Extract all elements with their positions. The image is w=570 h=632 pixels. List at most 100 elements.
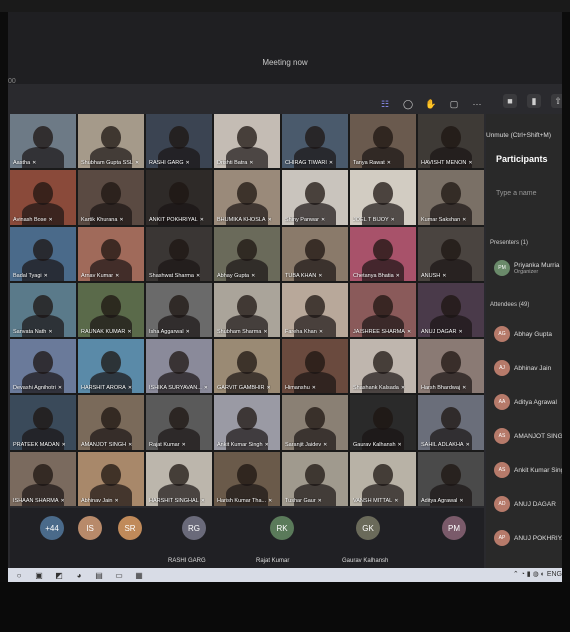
more-icon[interactable]: ···: [470, 97, 484, 111]
video-tile[interactable]: ANUSH ✕: [418, 226, 484, 281]
folder-icon[interactable]: ▭: [114, 570, 124, 580]
video-tile[interactable]: PRATEEK MADAN ✕: [10, 395, 76, 450]
attendee-item[interactable]: AJ Abhinav Jain: [494, 360, 551, 376]
muted-mic-icon: ✕: [249, 160, 254, 167]
avatar[interactable]: PM: [442, 516, 466, 540]
video-tile[interactable]: ANUJ DAGAR ✕: [418, 282, 484, 338]
video-tile[interactable]: Chetanya Bhatia ✕: [350, 226, 416, 281]
participant-video-head: [373, 351, 393, 374]
teams-icon[interactable]: ▦: [134, 570, 144, 580]
video-tile[interactable]: Kartik Khurana ✕: [78, 170, 144, 225]
raise-hand-icon[interactable]: ✋: [424, 97, 438, 111]
video-tile[interactable]: RAUNAK KUMAR ✕: [78, 282, 144, 338]
video-tile[interactable]: AMANJOT SINGH ✕: [78, 395, 144, 450]
store-icon[interactable]: ◩: [54, 570, 64, 580]
participants-icon[interactable]: ☷: [378, 97, 392, 111]
video-tile[interactable]: SAHIL ADLAKHA ✕: [418, 395, 484, 450]
video-tile[interactable]: Isha Aggarwal ✕: [146, 282, 212, 338]
video-tile[interactable]: ISHAAN SHARMA ✕: [10, 451, 76, 506]
video-tile[interactable]: Harsh Bhardwaj ✕: [418, 339, 484, 394]
video-tile[interactable]: ISHIKA SURYAVAN... ✕: [146, 339, 212, 394]
participant-video-head: [441, 407, 461, 431]
video-tile[interactable]: Aastha ✕: [10, 114, 76, 169]
muted-mic-icon: ✕: [48, 329, 53, 336]
video-tile[interactable]: HARSHIT ARORA ✕: [78, 339, 144, 394]
participant-name: Badal Tyagi ✕: [13, 272, 48, 279]
mic-icon[interactable]: ▮: [527, 94, 541, 108]
avatar[interactable]: IS: [78, 516, 102, 540]
video-tile[interactable]: Saranjit Jaidev ✕: [282, 395, 348, 450]
avatar[interactable]: +44: [40, 516, 64, 540]
video-tile[interactable]: Shubham Sharma ✕: [214, 282, 280, 338]
video-tile[interactable]: VANSH MITTAL ✕: [350, 451, 416, 506]
video-tile[interactable]: Tanya Rawat ✕: [350, 114, 416, 169]
participant-video-head: [441, 294, 461, 318]
video-tile[interactable]: Kumar Sakshan ✕: [418, 170, 484, 225]
attendee-item[interactable]: AS AMANJOT SINGH: [494, 428, 562, 444]
files-icon[interactable]: ▣: [34, 570, 44, 580]
video-tile[interactable]: Tushar Gaur ✕: [282, 451, 348, 506]
video-tile[interactable]: Rajat Kumar ✕: [146, 395, 212, 450]
video-tile[interactable]: Himanshu ✕: [282, 339, 348, 394]
attendees-section[interactable]: Attendees (49): [490, 302, 529, 308]
video-tile[interactable]: Shashank Kalsada ✕: [350, 339, 416, 394]
video-tile[interactable]: Gaurav Kalhansh ✕: [350, 395, 416, 450]
rooms-icon[interactable]: ▢: [447, 97, 461, 111]
camera-off-icon[interactable]: ■: [503, 94, 517, 108]
chat-icon[interactable]: ◯: [401, 97, 415, 111]
video-tile[interactable]: Arnav Kumar ✕: [78, 226, 144, 281]
participant-name: Kumar Sakshan ✕: [421, 216, 467, 223]
participant-name: Chetanya Bhatia ✕: [353, 272, 400, 279]
avatar: AS: [494, 428, 510, 444]
video-tile[interactable]: HARSHIT SINGHAL ✕: [146, 451, 212, 506]
avatar[interactable]: GK: [356, 516, 380, 540]
search-input[interactable]: Type a name: [496, 190, 536, 197]
avatar: AG: [494, 326, 510, 342]
video-tile[interactable]: HAVISHT MENON ✕: [418, 114, 484, 169]
video-tile[interactable]: Abhinav Jain ✕: [78, 451, 144, 506]
video-tile[interactable]: TUBA KHAN ✕: [282, 226, 348, 281]
video-tile[interactable]: JOEL T BIJOY ✕: [350, 170, 416, 225]
participants-title: Participants: [496, 154, 548, 164]
video-tile[interactable]: JAISHREE SHARMA ✕: [350, 282, 416, 338]
video-tile[interactable]: Shiny Panwar ✕: [282, 170, 348, 225]
attendee-item[interactable]: AD ANUJ DAGAR: [494, 496, 556, 512]
video-tile[interactable]: CHIRAG TIWARI ✕: [282, 114, 348, 169]
video-tile[interactable]: Shashwat Sharma ✕: [146, 226, 212, 281]
video-tile[interactable]: Fareha Khan ✕: [282, 282, 348, 338]
video-grid: Aastha ✕ Shubham Gupta SSL ✕ RASHI GARG ✕ Dris…: [10, 114, 484, 506]
video-tile[interactable]: BHUMIKA KHOSLA ✕: [214, 170, 280, 225]
attendee-item[interactable]: AA Aditya Agrawal: [494, 394, 557, 410]
video-tile[interactable]: Sanvata Nath ✕: [10, 282, 76, 338]
video-tile[interactable]: Shubham Gupta SSL ✕: [78, 114, 144, 169]
video-tile[interactable]: Harish Kumar Tha... ✕: [214, 451, 280, 506]
avatar[interactable]: RG: [182, 516, 206, 540]
share-icon[interactable]: ⇧: [551, 94, 562, 108]
participant-name: ISHIKA SURYAVAN... ✕: [149, 385, 208, 392]
edge-icon[interactable]: ◕: [74, 570, 84, 580]
video-tile[interactable]: Badal Tyagi ✕: [10, 226, 76, 281]
video-tile[interactable]: Drishti Batra ✕: [214, 114, 280, 169]
video-tile[interactable]: RASHI GARG ✕: [146, 114, 212, 169]
avatar[interactable]: RK: [270, 516, 294, 540]
video-tile[interactable]: ANKIT POKHRIYAL ✕: [146, 170, 212, 225]
word-icon[interactable]: ▤: [94, 570, 104, 580]
attendee-item[interactable]: AS Ankit Kumar Singh: [494, 462, 562, 478]
video-tile[interactable]: Avinash Bose ✕: [10, 170, 76, 225]
muted-mic-icon: ✕: [462, 216, 467, 223]
attendee-item[interactable]: AP ANUJ POKHRIYAL: [494, 530, 562, 546]
participant-video-head: [441, 238, 461, 262]
system-tray[interactable]: ⌃ ◔ ▮ ◍ ◐ ENG: [513, 570, 562, 578]
video-tile[interactable]: Aditya Agrawal ✕: [418, 451, 484, 506]
teams-window: Meeting now 00 ☷ ◯ ✋ ▢ ··· ■ ▮ ⇧ Aastha ✕…: [8, 12, 562, 582]
search-icon[interactable]: ○: [14, 570, 24, 580]
video-tile[interactable]: Abhay Gupta ✕: [214, 226, 280, 281]
video-tile[interactable]: Ankit Kumar Singh ✕: [214, 395, 280, 450]
video-tile[interactable]: GARVIT GAMBHIR ✕: [214, 339, 280, 394]
presenter-item[interactable]: PM Priyanka Murria Organizer: [494, 260, 560, 276]
attendee-item[interactable]: AG Abhay Gupta: [494, 326, 552, 342]
avatar[interactable]: SR: [118, 516, 142, 540]
presenters-section[interactable]: Presenters (1): [490, 240, 528, 246]
participant-video-head: [237, 294, 257, 318]
video-tile[interactable]: Devashi Agnihotri ✕: [10, 339, 76, 394]
